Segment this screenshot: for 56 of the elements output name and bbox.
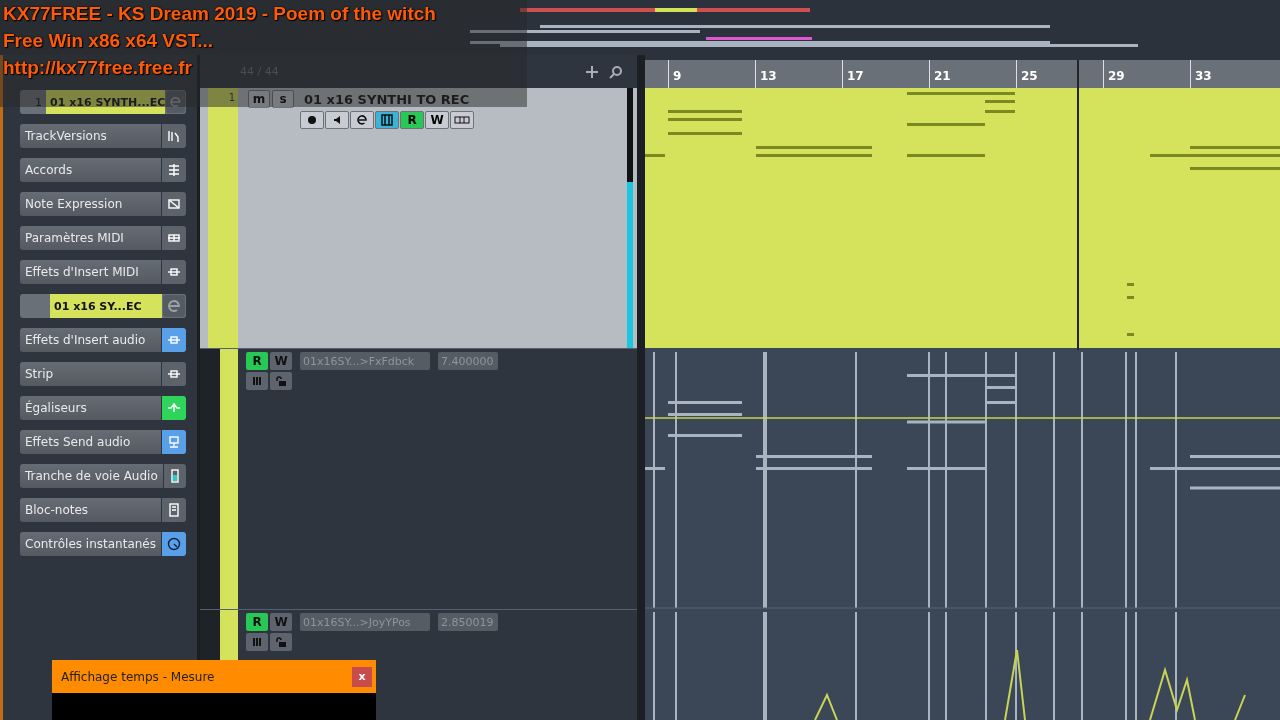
monitor-button[interactable] — [325, 111, 349, 129]
inspector-section-tab[interactable]: TrackVersions — [20, 124, 161, 148]
close-button[interactable]: x — [352, 666, 372, 687]
speaker-icon[interactable] — [332, 115, 342, 125]
inspector-section-tab[interactable]: Note Expression — [20, 192, 161, 216]
inspector-section-tab[interactable]: Accords — [20, 158, 161, 182]
automation-toggle-button[interactable]: R — [400, 111, 424, 129]
lanes-button[interactable] — [450, 111, 474, 129]
website-link[interactable]: http://kx77free.free.fr — [0, 54, 192, 81]
section-icon[interactable] — [162, 124, 186, 148]
search-icon[interactable] — [609, 64, 623, 79]
record-icon[interactable] — [307, 115, 317, 125]
inspector-section-tab[interactable]: Contrôles instantanés — [20, 532, 161, 556]
video-title: Free Win x86 x64 VST... — [2, 29, 213, 53]
add-icon[interactable] — [585, 64, 599, 79]
record-button[interactable] — [300, 111, 324, 129]
midi-part-drawing[interactable] — [645, 88, 1280, 348]
track-number: 1 — [228, 92, 236, 104]
track-name[interactable]: 01 x16 SYNTHI TO REC — [304, 91, 470, 107]
timeline-ruler[interactable]: 9 13 17 21 25 29 33 — [645, 55, 1280, 88]
edit-icon[interactable] — [356, 114, 368, 126]
inspector-section-tab[interactable]: Effets Send audio — [20, 430, 161, 454]
keys-button[interactable] — [375, 111, 399, 129]
window-title: Affichage temps - Mesure — [61, 669, 215, 684]
write-automation-button[interactable]: W — [270, 352, 292, 370]
section-icon[interactable] — [162, 158, 186, 182]
keyboard-icon[interactable] — [381, 114, 393, 126]
track-name[interactable]: 01 x16 SY...EC — [50, 294, 162, 318]
section-icon[interactable] — [162, 532, 186, 556]
inspector-section-tab[interactable]: Effets d'Insert MIDI — [20, 260, 161, 284]
inspector-section-tab[interactable]: Tranche de voie Audio — [20, 464, 163, 488]
inspector-section-tab[interactable]: Égaliseurs — [20, 396, 161, 420]
lanes-icon[interactable] — [454, 115, 470, 125]
lock-icon[interactable] — [270, 633, 292, 651]
inspector-section-tab[interactable]: Strip — [20, 362, 161, 386]
inspector-section-tab[interactable]: Paramètres MIDI — [20, 226, 161, 250]
edit-button[interactable] — [350, 111, 374, 129]
read-automation-button[interactable]: R — [246, 613, 268, 631]
section-icon[interactable] — [163, 464, 186, 488]
section-icon[interactable] — [162, 226, 186, 250]
lock-icon[interactable] — [270, 372, 292, 390]
track-toggle-button[interactable]: m — [248, 90, 270, 108]
section-icon[interactable] — [162, 192, 186, 216]
bars-icon[interactable] — [246, 633, 268, 651]
track-name[interactable]: 01 x16 SYNTH...EC — [46, 90, 166, 114]
track-toggle-button[interactable]: s — [272, 90, 294, 108]
section-icon[interactable] — [162, 260, 186, 284]
bars-icon[interactable] — [246, 372, 268, 390]
inspector-section-tab[interactable]: Effets d'Insert audio — [20, 328, 161, 352]
section-icon[interactable] — [162, 362, 186, 386]
inspector-section-tab[interactable]: Bloc-notes — [20, 498, 161, 522]
write-automation-button[interactable]: W — [270, 613, 292, 631]
read-automation-button[interactable]: R — [246, 352, 268, 370]
video-title: KX77FREE - KS Dream 2019 - Poem of the witch — [2, 2, 436, 26]
automation-toggle-button[interactable]: W — [425, 111, 449, 129]
section-icon[interactable] — [162, 498, 186, 522]
